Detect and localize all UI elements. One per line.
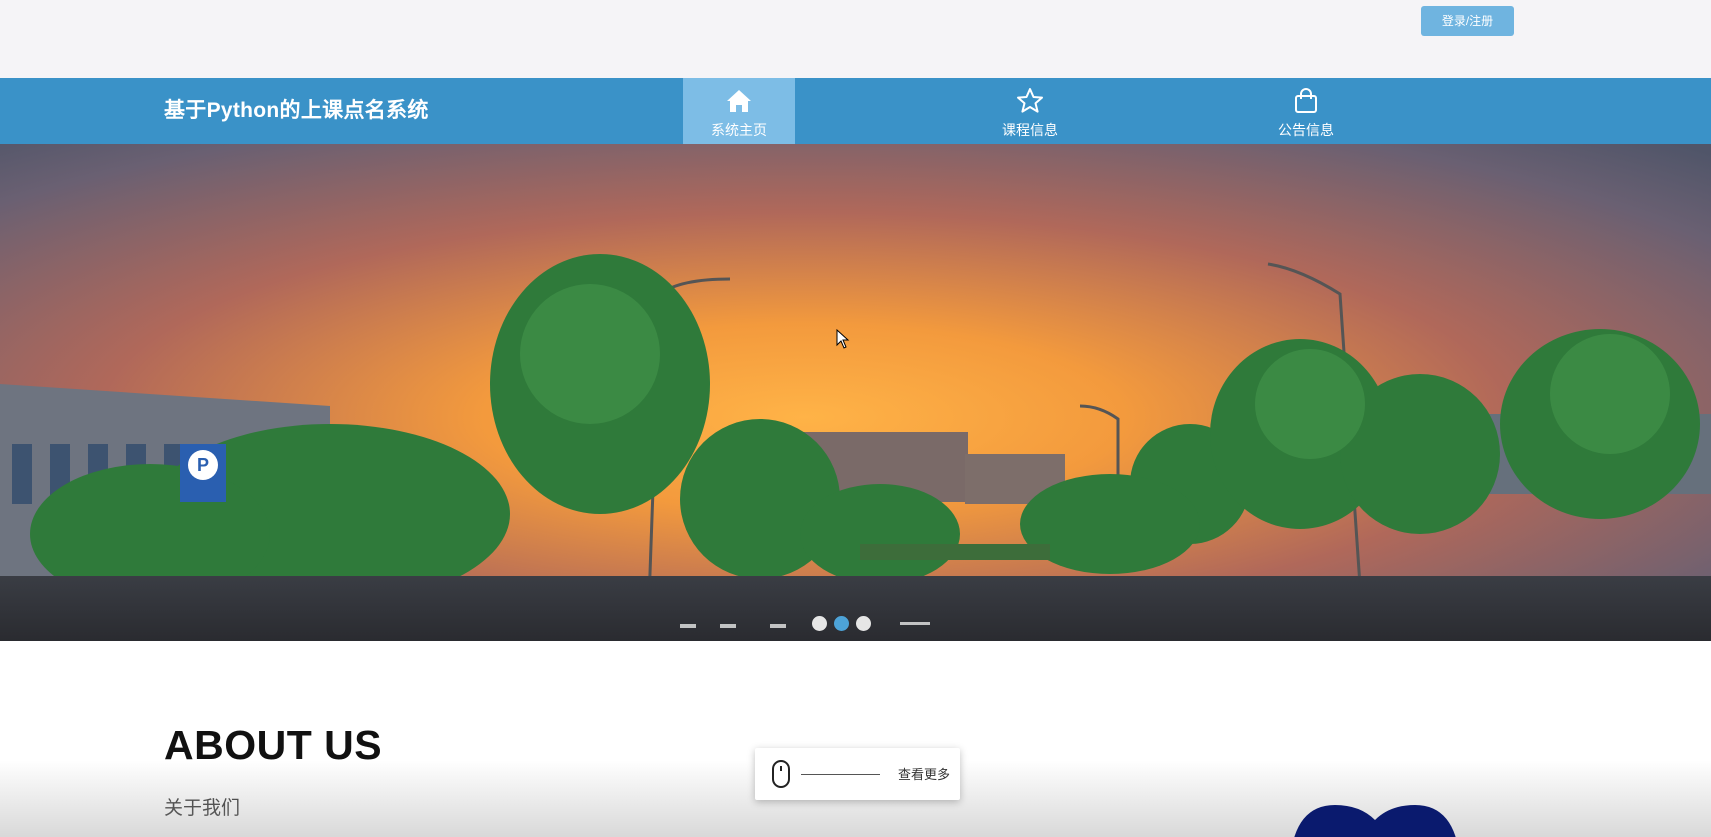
site-title: 基于Python的上课点名系统 xyxy=(164,99,429,122)
top-bar: 登录/注册 xyxy=(0,0,1711,78)
campus-sunset-photo: P xyxy=(0,144,1711,641)
decorative-heart-shape xyxy=(1294,805,1456,837)
view-more-label: 查看更多 xyxy=(898,767,951,782)
star-icon xyxy=(1017,88,1043,113)
mouse-icon xyxy=(772,760,790,788)
main-nav: 基于Python的上课点名系统 系统主页 课程信息 公告信息 xyxy=(0,78,1711,144)
nav-item-label: 课程信息 xyxy=(1002,122,1058,138)
hero-banner[interactable]: P xyxy=(0,144,1711,641)
nav-item-courses[interactable]: 课程信息 xyxy=(974,78,1086,144)
view-more-button[interactable]: 查看更多 xyxy=(755,748,960,800)
home-icon xyxy=(727,90,751,112)
mouse-cursor-icon xyxy=(836,329,850,349)
carousel-dot[interactable] xyxy=(812,616,827,631)
svg-text:P: P xyxy=(197,455,209,475)
carousel-dot-active[interactable] xyxy=(834,616,849,631)
shopping-bag-icon xyxy=(1295,88,1317,113)
nav-item-label: 系统主页 xyxy=(711,122,767,138)
about-title: ABOUT US xyxy=(164,722,383,768)
login-register-button[interactable]: 登录/注册 xyxy=(1421,6,1514,36)
carousel-dot[interactable] xyxy=(856,616,871,631)
nav-item-label: 公告信息 xyxy=(1278,122,1334,138)
divider-line xyxy=(801,774,880,775)
about-subtitle: 关于我们 xyxy=(164,798,241,819)
nav-item-home[interactable]: 系统主页 xyxy=(683,78,795,144)
nav-item-announcements[interactable]: 公告信息 xyxy=(1250,78,1362,144)
